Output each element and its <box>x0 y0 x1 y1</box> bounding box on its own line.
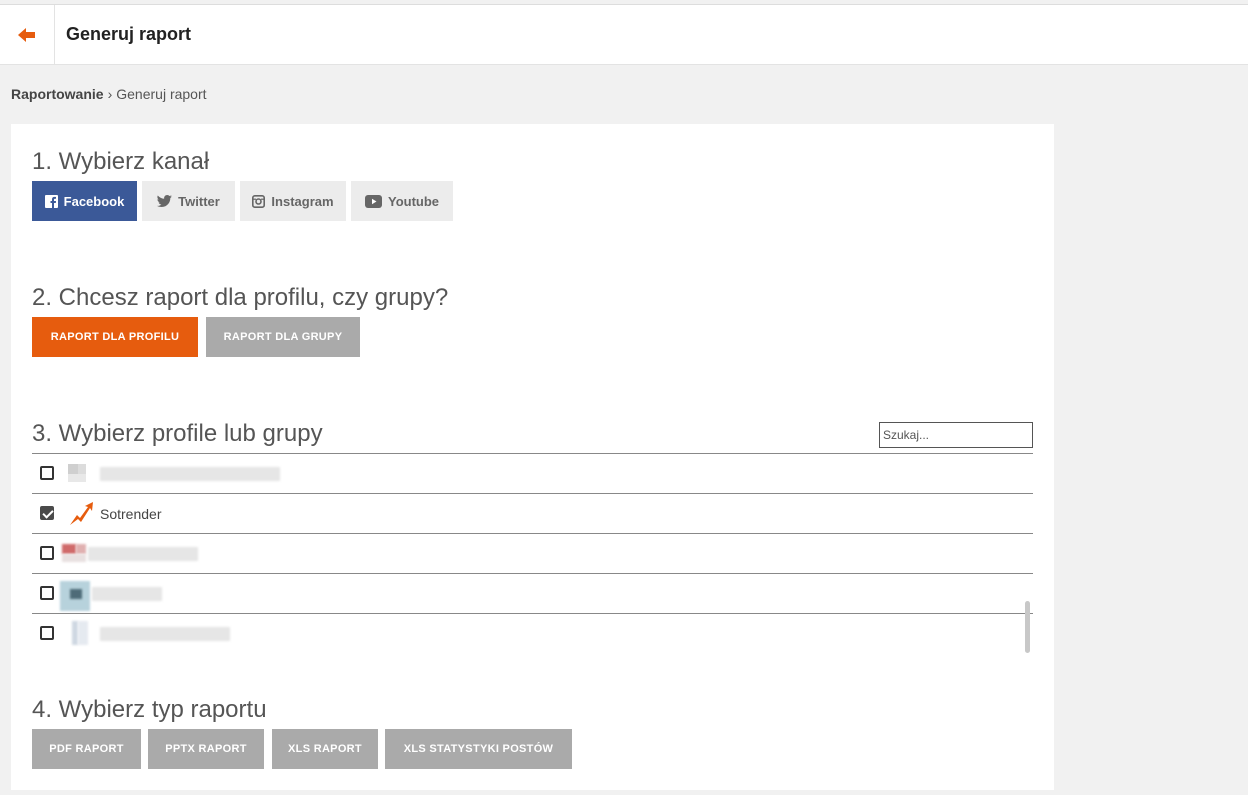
search-input[interactable] <box>879 422 1033 448</box>
channel-twitter-button[interactable]: Twitter <box>142 181 235 221</box>
channel-label: Instagram <box>271 193 334 209</box>
sotrender-logo-icon <box>68 501 93 527</box>
avatar <box>68 621 92 647</box>
back-arrow-icon <box>18 28 35 42</box>
twitter-icon <box>157 195 173 207</box>
youtube-icon <box>364 194 382 208</box>
channel-label: Twitter <box>178 193 220 209</box>
profile-checkbox[interactable] <box>40 546 54 560</box>
section-title-type: 2. Chcesz raport dla profilu, czy grupy? <box>32 284 449 311</box>
channel-label: Youtube <box>387 193 440 209</box>
list-item[interactable] <box>32 574 1033 614</box>
profile-checkbox[interactable] <box>40 506 54 520</box>
top-bar: Generuj raport <box>0 4 1248 65</box>
channel-instagram-button[interactable]: Instagram <box>240 181 346 221</box>
avatar <box>68 461 92 487</box>
profile-name <box>92 587 162 601</box>
list-item[interactable]: Sotrender <box>32 494 1033 534</box>
channel-youtube-button[interactable]: Youtube <box>351 181 453 221</box>
pptx-report-button[interactable]: PPTX RAPORT <box>148 729 264 769</box>
breadcrumb-separator: › <box>107 86 113 102</box>
section-title-channel: 1. Wybierz kanał <box>32 148 210 175</box>
profile-name <box>100 467 280 481</box>
instagram-icon <box>252 194 266 208</box>
profile-name <box>100 627 230 641</box>
avatar <box>62 541 86 567</box>
profile-name: Sotrender <box>100 506 162 522</box>
xls-report-button[interactable]: XLS RAPORT <box>272 729 378 769</box>
section-title-report: 4. Wybierz typ raportu <box>32 696 267 723</box>
report-panel: 1. Wybierz kanał Facebook Twitter Instag… <box>11 124 1054 790</box>
avatar <box>60 581 90 611</box>
breadcrumb-root[interactable]: Raportowanie <box>11 86 104 102</box>
profile-checkbox[interactable] <box>40 466 54 480</box>
channel-facebook-button[interactable]: Facebook <box>32 181 137 221</box>
breadcrumb: Raportowanie › Generuj raport <box>11 86 207 102</box>
channel-label: Facebook <box>63 193 125 209</box>
xls-post-stats-button[interactable]: XLS STATYSTYKI POSTÓW <box>385 729 572 769</box>
list-item[interactable] <box>32 534 1033 574</box>
back-button[interactable] <box>0 5 55 65</box>
report-for-profile-button[interactable]: RAPORT DLA PROFILU <box>32 317 198 357</box>
report-for-group-button[interactable]: RAPORT DLA GRUPY <box>206 317 360 357</box>
pdf-report-button[interactable]: PDF RAPORT <box>32 729 141 769</box>
list-scrollbar[interactable] <box>1025 601 1030 653</box>
facebook-icon <box>44 194 58 208</box>
page-title: Generuj raport <box>66 24 192 44</box>
profile-list: Sotrender <box>32 453 1033 653</box>
list-item[interactable] <box>32 454 1033 494</box>
section-title-profiles: 3. Wybierz profile lub grupy <box>32 420 323 447</box>
profile-checkbox[interactable] <box>40 626 54 640</box>
breadcrumb-current: Generuj raport <box>116 86 207 102</box>
list-item[interactable] <box>32 614 1033 653</box>
profile-name <box>88 547 198 561</box>
profile-checkbox[interactable] <box>40 586 54 600</box>
